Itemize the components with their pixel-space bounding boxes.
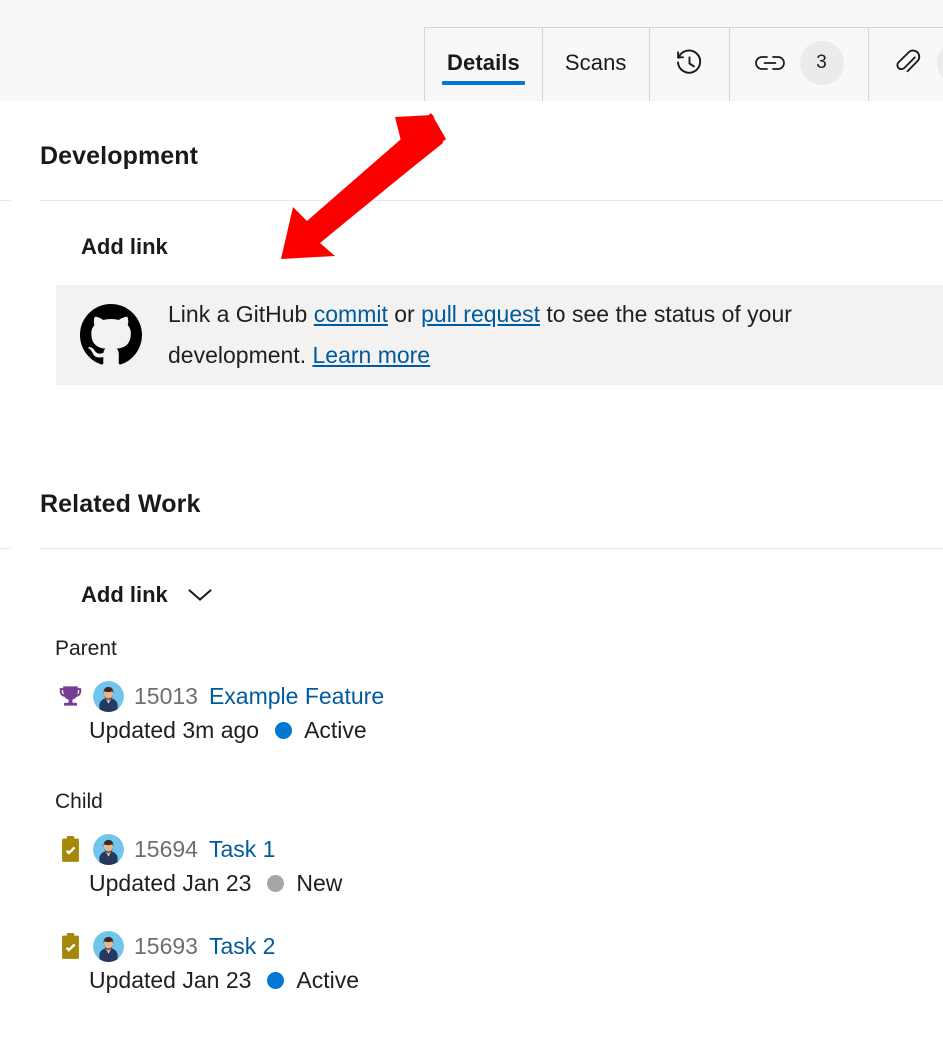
state-dot-new bbox=[267, 875, 284, 892]
links-count-badge: 3 bbox=[800, 41, 844, 85]
state-dot-active bbox=[267, 972, 284, 989]
tab-attachments[interactable] bbox=[869, 28, 943, 101]
tab-selected-indicator bbox=[442, 81, 525, 85]
development-section-title: Development bbox=[40, 142, 198, 171]
related-item-state: Active bbox=[296, 967, 359, 994]
related-item-state: New bbox=[296, 870, 342, 897]
tab-details[interactable]: Details bbox=[425, 28, 543, 101]
tab-strip: Details Scans bbox=[424, 27, 943, 101]
state-dot-active bbox=[275, 722, 292, 739]
history-icon bbox=[674, 48, 705, 79]
development-divider-edge bbox=[0, 200, 11, 201]
feature-trophy-icon bbox=[55, 683, 85, 710]
related-item-secondary-row: Updated Jan 23 New bbox=[89, 870, 342, 897]
add-link-related-work-label: Add link bbox=[81, 582, 168, 608]
tab-details-label: Details bbox=[447, 52, 520, 78]
related-item-primary-row: 15013 Example Feature bbox=[55, 679, 384, 713]
link-icon bbox=[754, 51, 786, 75]
related-item-updated: Updated Jan 23 bbox=[89, 870, 251, 897]
tab-links[interactable]: 3 bbox=[730, 28, 869, 101]
related-item-updated: Updated 3m ago bbox=[89, 717, 259, 744]
related-group-label-child: Child bbox=[55, 790, 103, 814]
promo-text-2: or bbox=[388, 301, 421, 327]
related-item-title[interactable]: Task 2 bbox=[209, 933, 275, 960]
related-item-primary-row: 15693 Task 2 bbox=[55, 929, 359, 963]
paperclip-icon bbox=[893, 48, 923, 78]
related-work-divider-edge bbox=[0, 548, 11, 549]
related-item-title[interactable]: Example Feature bbox=[209, 683, 384, 710]
tab-scans[interactable]: Scans bbox=[543, 28, 650, 101]
related-item-id: 15694 bbox=[134, 836, 198, 863]
related-item-15013[interactable]: 15013 Example Feature Updated 3m ago Act… bbox=[55, 679, 384, 744]
related-item-primary-row: 15694 Task 1 bbox=[55, 832, 342, 866]
task-clipboard-icon bbox=[55, 933, 85, 960]
related-item-title[interactable]: Task 1 bbox=[209, 836, 275, 863]
related-item-state: Active bbox=[304, 717, 367, 744]
related-item-id: 15693 bbox=[134, 933, 198, 960]
promo-text-1: Link a GitHub bbox=[168, 301, 314, 327]
pull-request-link[interactable]: pull request bbox=[421, 301, 540, 327]
related-item-secondary-row: Updated Jan 23 Active bbox=[89, 967, 359, 994]
related-item-id: 15013 bbox=[134, 683, 198, 710]
related-item-secondary-row: Updated 3m ago Active bbox=[89, 717, 384, 744]
development-divider bbox=[40, 200, 943, 201]
tab-history[interactable] bbox=[650, 28, 730, 101]
github-icon bbox=[80, 304, 142, 366]
add-link-related-work[interactable]: Add link bbox=[81, 582, 214, 608]
related-work-divider bbox=[40, 548, 943, 549]
related-group-label-parent: Parent bbox=[55, 637, 117, 661]
avatar bbox=[93, 834, 124, 865]
avatar bbox=[93, 681, 124, 712]
related-item-updated: Updated Jan 23 bbox=[89, 967, 251, 994]
attachments-count-badge bbox=[937, 41, 943, 85]
task-clipboard-icon bbox=[55, 836, 85, 863]
related-item-15693[interactable]: 15693 Task 2 Updated Jan 23 Active bbox=[55, 929, 359, 994]
avatar bbox=[93, 931, 124, 962]
tab-scans-label: Scans bbox=[565, 52, 627, 78]
related-work-section-title: Related Work bbox=[40, 490, 201, 519]
chevron-down-icon bbox=[186, 586, 214, 604]
learn-more-link[interactable]: Learn more bbox=[312, 342, 430, 368]
github-promo-box: Link a GitHub commit or pull request to … bbox=[56, 285, 943, 385]
annotation-arrow bbox=[265, 105, 455, 270]
related-item-15694[interactable]: 15694 Task 1 Updated Jan 23 New bbox=[55, 832, 342, 897]
work-item-header: Details Scans bbox=[0, 0, 943, 101]
commit-link[interactable]: commit bbox=[314, 301, 388, 327]
add-link-development[interactable]: Add link bbox=[81, 234, 168, 260]
github-promo-text: Link a GitHub commit or pull request to … bbox=[168, 294, 908, 376]
